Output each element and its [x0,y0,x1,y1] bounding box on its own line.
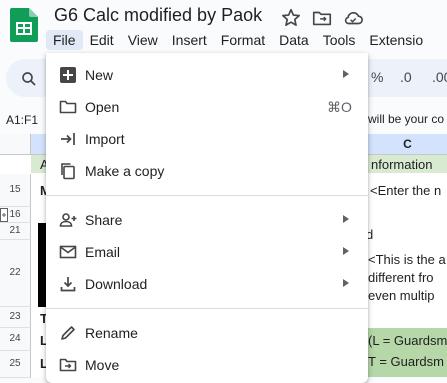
menu-edit[interactable]: Edit [83,30,121,50]
menu-view[interactable]: View [121,30,165,50]
row-header-25[interactable]: 25 [0,351,31,378]
row-header-23[interactable]: 23 [0,307,31,328]
menu-label-open: Open [85,99,120,115]
menu-separator [46,195,368,196]
decrease-decimal-button[interactable]: .0 [400,69,412,85]
pencil-icon [61,326,75,340]
google-sheets-logo[interactable] [10,8,38,42]
menu-label-rename: Rename [85,325,138,341]
menu-label-make-a-copy: Make a copy [85,163,165,179]
copy-icon [61,163,75,180]
cell-c25[interactable]: T = Guardsm [368,354,444,369]
cell-c24[interactable]: (L = Guardsm [368,333,447,348]
formula-content[interactable]: will be your co [368,112,444,126]
menu-item-import[interactable]: Import [46,123,368,155]
shortcut-open: ⌘O [327,99,352,115]
document-title[interactable]: G6 Calc modified by Paok [54,5,262,26]
share-person-icon [59,213,77,227]
submenu-arrow-icon [343,70,349,78]
submenu-arrow-icon [343,247,349,255]
menu-file[interactable]: File [46,30,83,50]
cell-c22-line3[interactable]: even multip [368,288,434,303]
folder-icon [59,100,77,114]
cell-c15[interactable]: <Enter the n [370,183,441,198]
menu-item-download[interactable]: Download [46,268,368,300]
expand-rows-icon[interactable] [0,208,8,222]
star-icon[interactable] [280,7,302,29]
menu-label-import: Import [85,131,125,147]
select-all-corner[interactable] [0,134,31,155]
name-box[interactable]: A1:F1 [0,110,46,130]
cell-c-header[interactable]: nformation [371,157,432,172]
menu-item-new[interactable]: New [46,59,368,91]
menu-item-email[interactable]: Email [46,236,368,268]
search-menus-icon[interactable] [20,70,38,88]
format-percent-button[interactable]: % [371,69,383,85]
menu-item-open[interactable]: Open ⌘O [46,91,368,123]
menu-insert[interactable]: Insert [165,30,214,50]
menu-label-email: Email [85,244,121,260]
row-header-15[interactable]: 15 [0,174,31,207]
cloud-saved-icon[interactable] [342,7,364,29]
menu-extensions[interactable]: Extensio [362,30,430,50]
menu-data[interactable]: Data [272,30,316,50]
menu-separator [46,308,368,309]
menu-bar: File Edit View Insert Format Data Tools … [46,29,430,51]
email-icon [59,245,77,259]
submenu-arrow-icon [343,215,349,223]
increase-decimal-button[interactable]: .00 [432,69,447,85]
menu-item-rename[interactable]: Rename [46,317,368,349]
cell-c22-line1[interactable]: <This is the a [368,252,446,267]
column-header-c[interactable]: C [368,134,447,155]
submenu-arrow-icon [343,279,349,287]
row-header-24[interactable]: 24 [0,328,31,351]
menu-label-download: Download [85,276,148,292]
new-icon [60,67,76,83]
menu-item-move[interactable]: Move [46,349,368,381]
menu-label-new: New [85,67,114,83]
file-menu-dropdown: New Open ⌘O Import Make a copy Share Ema… [46,53,368,383]
cell-c22-line2[interactable]: different fro [368,270,434,285]
menu-tools[interactable]: Tools [316,30,363,50]
menu-format[interactable]: Format [214,30,272,50]
row-header-22[interactable]: 22 [0,240,31,307]
download-icon [60,277,76,292]
move-to-folder-icon[interactable] [311,7,333,29]
menu-item-share[interactable]: Share [46,204,368,236]
menu-label-move: Move [85,357,120,373]
import-icon [61,133,75,145]
menu-label-share: Share [85,212,123,228]
row-header-21[interactable]: 21 [0,223,31,240]
menu-item-make-a-copy[interactable]: Make a copy [46,155,368,187]
move-folder-icon [59,358,77,372]
